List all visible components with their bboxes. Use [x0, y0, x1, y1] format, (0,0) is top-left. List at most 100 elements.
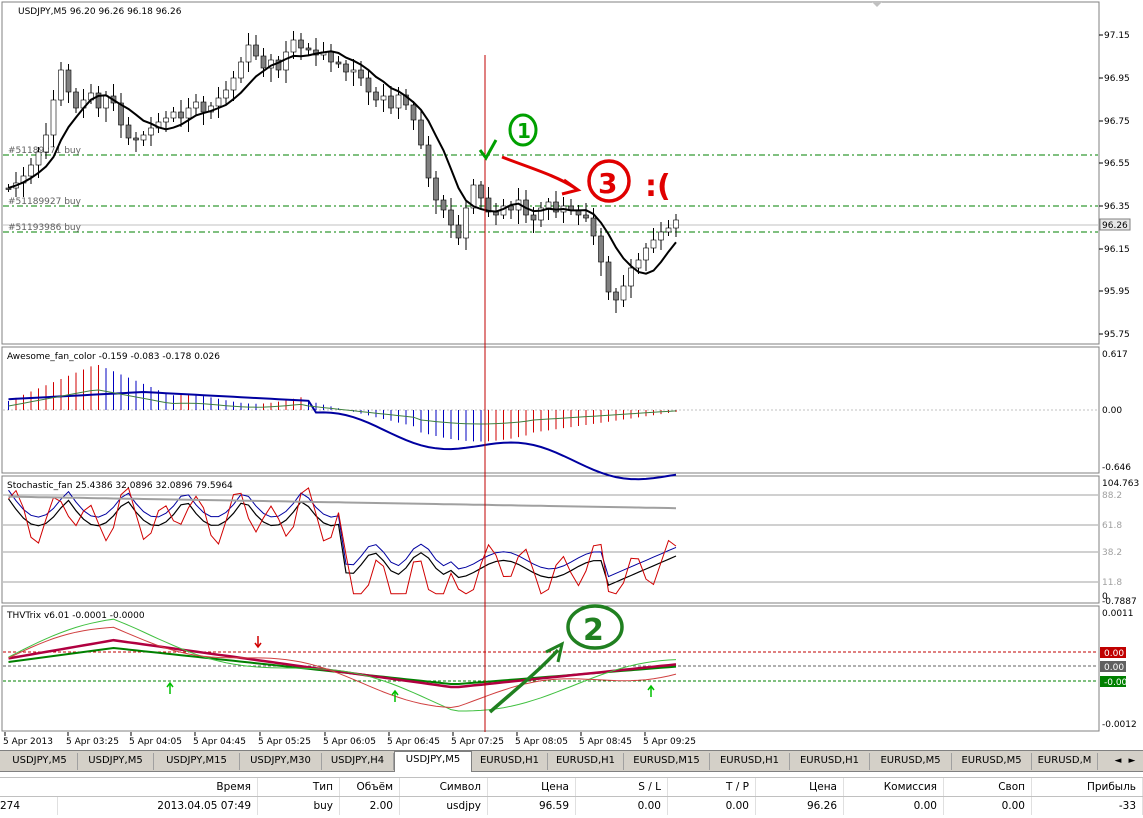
chart-tab[interactable]: USDJPY,M30: [240, 753, 322, 770]
candle-body: [373, 91, 379, 101]
stoch-tick-label: 11.8: [1102, 578, 1122, 588]
order-cell: 96.26: [756, 797, 844, 815]
trix-title: THVTrix v6.01 -0.0001 -0.0000: [6, 611, 145, 621]
candle-body: [58, 69, 64, 101]
candle-body: [350, 69, 357, 73]
order-cell: 0.00: [576, 797, 668, 815]
candle-body: [605, 261, 612, 293]
candle-body: [215, 97, 222, 107]
candle-body: [223, 89, 229, 99]
chart-tab[interactable]: USDJPY,M5: [394, 751, 472, 772]
candle-body: [448, 209, 454, 226]
order-row[interactable]: 274 2013.04.05 07:49 buy 2.00 usdjpy 96.59 0.0…: [0, 797, 1143, 815]
order-cell: 0.00: [668, 797, 756, 815]
terminal-column-header[interactable]: Цена: [756, 778, 844, 796]
terminal-header: Время Тип Объём Символ Цена S / LT / P Цена Ком…: [0, 777, 1143, 797]
candle-body: [343, 63, 349, 73]
chart-tab[interactable]: USDJPY,M5: [2, 753, 78, 770]
candle-body: [328, 51, 334, 63]
chart-tab[interactable]: EURUSD,M5: [952, 753, 1032, 770]
terminal-column-header[interactable]: Прибыль: [1032, 778, 1143, 796]
stoch-tick-label: 88.2: [1102, 491, 1122, 501]
chart-tab[interactable]: EURUSD,M5: [870, 753, 952, 770]
trix-tick-label: 0.0011: [1102, 609, 1134, 619]
order-cell: 2.00: [340, 797, 400, 815]
ao-tick-label: 0.00: [1102, 406, 1122, 416]
chart-area[interactable]: #51189271 buy#51189927 buy#51193986 buy …: [0, 0, 1143, 750]
order-cell: buy: [258, 797, 340, 815]
price-tick-label: 95.95: [1104, 287, 1130, 297]
candle-body: [200, 101, 207, 113]
candle-body: [178, 111, 184, 119]
tabs-scroll-right-icon[interactable]: ►: [1126, 754, 1138, 768]
trix-level-label: 0.00: [1104, 663, 1124, 673]
chart-tab[interactable]: USDJPY,M15: [154, 753, 240, 770]
candle-body: [230, 77, 237, 91]
terminal-column-header[interactable]: Своп: [944, 778, 1032, 796]
terminal-column-header[interactable]: S / L: [576, 778, 668, 796]
chart-tab[interactable]: USDJPY,M5: [78, 753, 154, 770]
annotation-sad-text: :(: [645, 169, 671, 204]
candle-body: [410, 104, 417, 121]
candle-body: [478, 184, 484, 199]
tabs-scroll-left-icon[interactable]: ◄: [1112, 754, 1124, 768]
annotation-three-text: 3: [598, 167, 617, 200]
candle-body: [425, 144, 432, 179]
price-tick-label: 97.15: [1104, 31, 1130, 41]
chart-tab[interactable]: EURUSD,M15: [624, 753, 710, 770]
order-label: #51193986 buy: [8, 223, 82, 233]
candle-body: [133, 137, 139, 141]
chart-tab[interactable]: EURUSD,M: [1032, 753, 1098, 770]
stoch-title: Stochastic_fan 25.4386 32.0896 32.0896 7…: [7, 481, 233, 491]
candle-body: [530, 214, 537, 221]
candle-body: [620, 285, 627, 301]
candle-body: [170, 111, 177, 119]
candle-body: [125, 124, 132, 139]
trix-tick-label: -0.0012: [1102, 720, 1137, 730]
order-cell: 2013.04.05 07:49: [58, 797, 258, 815]
trix-level-label: 0.00: [1104, 649, 1124, 659]
candle-body: [658, 231, 664, 241]
time-tick-label: 5 Apr 06:45: [387, 737, 440, 747]
time-tick-label: 5 Apr 07:25: [451, 737, 504, 747]
candle-body: [365, 77, 372, 93]
candle-body: [50, 99, 57, 136]
candle-body: [148, 127, 154, 136]
candle-body: [335, 61, 342, 65]
chart-tab[interactable]: EURUSD,H1: [472, 753, 548, 770]
candle-body: [298, 39, 304, 49]
annotation-one-text: 1: [517, 119, 531, 143]
candle-body: [185, 107, 192, 119]
candle-body: [650, 239, 657, 249]
stoch-tick-label: -0.7887: [1102, 597, 1137, 607]
current-price-label: 96.26: [1102, 221, 1128, 231]
candle-body: [395, 94, 402, 109]
candle-body: [388, 95, 394, 109]
time-tick-label: 5 Apr 05:25: [258, 737, 311, 747]
terminal-column-header[interactable]: Цена: [488, 778, 576, 796]
candle-body: [440, 199, 447, 211]
terminal-column-header[interactable]: Тип: [258, 778, 340, 796]
terminal-column-header[interactable]: Время: [58, 778, 258, 796]
price-tick-label: 96.35: [1104, 202, 1130, 212]
chart-tab[interactable]: EURUSD,H1: [710, 753, 790, 770]
chart-tab[interactable]: EURUSD,H1: [548, 753, 624, 770]
candle-body: [103, 95, 109, 109]
trix-level-label: -0.00: [1104, 678, 1128, 688]
chart-tab[interactable]: EURUSD,H1: [790, 753, 870, 770]
candle-body: [193, 101, 199, 109]
stoch-tick-label: 38.2: [1102, 548, 1122, 558]
candle-body: [358, 69, 364, 79]
candle-body: [290, 39, 297, 53]
price-tick-label: 96.75: [1104, 117, 1130, 127]
terminal-column-header[interactable]: Символ: [400, 778, 488, 796]
chart-tab[interactable]: USDJPY,H4: [322, 753, 394, 770]
candle-body: [283, 51, 289, 71]
candle-body: [28, 164, 34, 177]
terminal-column-header[interactable]: Комиссия: [844, 778, 944, 796]
candle-body: [140, 134, 147, 141]
terminal-column-header[interactable]: T / P: [668, 778, 756, 796]
candle-body: [628, 267, 634, 287]
candle-body: [238, 61, 244, 79]
terminal-column-header[interactable]: Объём: [340, 778, 400, 796]
